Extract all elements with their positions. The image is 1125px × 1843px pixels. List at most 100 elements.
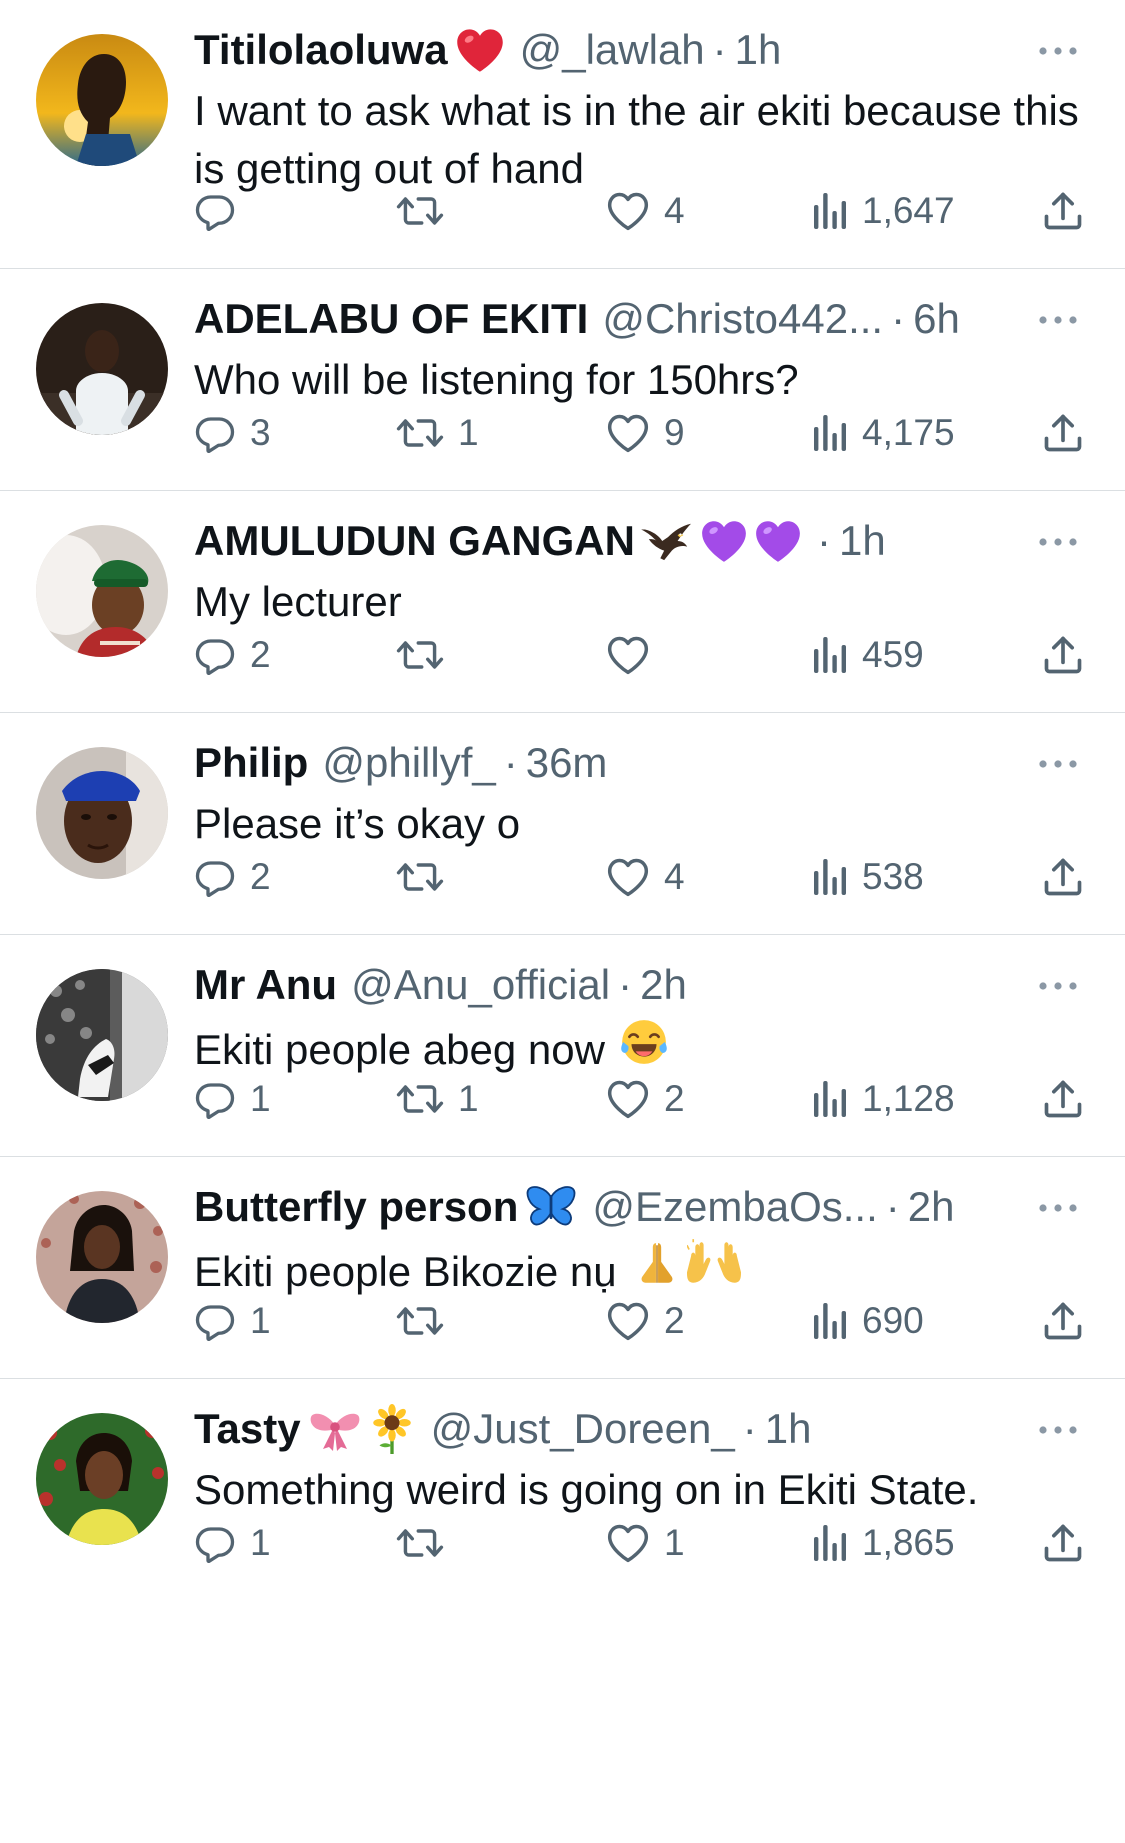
retweet-button[interactable]: [396, 183, 458, 239]
reply-button[interactable]: 3: [194, 405, 271, 461]
display-name[interactable]: Tasty: [194, 1401, 301, 1457]
purple-heart-icon: [699, 518, 749, 564]
avatar[interactable]: [36, 34, 168, 166]
like-button[interactable]: 4: [606, 849, 685, 905]
retweet-icon: [396, 1522, 444, 1564]
tweet-reply[interactable]: Titilolaoluwa @_lawlah · 1h I want to ask wh…: [0, 0, 1125, 269]
timestamp: 6h: [913, 295, 960, 342]
retweet-button[interactable]: [396, 1515, 458, 1571]
butterfly-icon: [524, 1183, 578, 1231]
tweet-reply[interactable]: ADELABU OF EKITI @Christo442... · 6h Who wil…: [0, 269, 1125, 491]
like-button[interactable]: 2: [606, 1071, 685, 1127]
reply-count: 1: [250, 1300, 271, 1341]
avatar[interactable]: [36, 303, 168, 435]
share-button[interactable]: [1041, 405, 1085, 461]
like-button[interactable]: [606, 627, 664, 683]
tweet-text-content: Ekiti people abeg now: [194, 1025, 605, 1073]
red-heart-icon: [454, 26, 506, 74]
reply-count: 1: [250, 1522, 271, 1563]
share-button[interactable]: [1041, 1515, 1085, 1571]
more-icon[interactable]: [1033, 1405, 1083, 1455]
like-button[interactable]: 1: [606, 1515, 685, 1571]
like-button[interactable]: 9: [606, 405, 685, 461]
more-icon[interactable]: [1033, 961, 1083, 1011]
retweet-button[interactable]: [396, 849, 458, 905]
like-count: 4: [664, 856, 685, 897]
share-icon: [1041, 411, 1085, 455]
retweet-icon: [396, 1078, 444, 1120]
like-count: 9: [664, 412, 685, 453]
tweet-reply[interactable]: Butterfly person @EzembaOs... · 2h Ekiti peo…: [0, 1157, 1125, 1379]
views-button[interactable]: 538: [812, 849, 924, 905]
display-name[interactable]: Mr Anu: [194, 957, 337, 1013]
tweet-reply[interactable]: Philip @phillyf_ · 36m Please it’s okay o245…: [0, 713, 1125, 935]
tweet-header: Mr Anu @Anu_official · 2h: [194, 957, 1005, 1013]
avatar[interactable]: [36, 747, 168, 879]
display-name[interactable]: Butterfly person: [194, 1179, 518, 1235]
reply-button[interactable]: 1: [194, 1293, 271, 1349]
ribbon-icon: [307, 1405, 363, 1453]
tweet-text: Something weird is going on in Ekiti Sta…: [194, 1461, 1094, 1519]
view-count: 1,865: [862, 1522, 955, 1563]
user-handle[interactable]: @Just_Doreen_: [431, 1401, 735, 1457]
like-count: 2: [664, 1078, 685, 1119]
more-icon[interactable]: [1033, 295, 1083, 345]
share-button[interactable]: [1041, 849, 1085, 905]
user-handle[interactable]: @phillyf_: [322, 735, 495, 791]
heart-icon: [606, 412, 650, 454]
like-count: 1: [664, 1522, 685, 1563]
share-button[interactable]: [1041, 627, 1085, 683]
view-count: 690: [862, 1300, 924, 1341]
reply-button[interactable]: 2: [194, 627, 271, 683]
retweet-button[interactable]: [396, 1293, 458, 1349]
avatar[interactable]: [36, 1191, 168, 1323]
views-icon: [812, 191, 848, 231]
like-button[interactable]: 4: [606, 183, 685, 239]
retweet-button[interactable]: 1: [396, 405, 479, 461]
views-button[interactable]: 690: [812, 1293, 924, 1349]
share-icon: [1041, 1077, 1085, 1121]
heart-icon: [606, 1300, 650, 1342]
avatar[interactable]: [36, 1413, 168, 1545]
more-icon[interactable]: [1033, 517, 1083, 567]
tweet-text-content: My lecturer: [194, 578, 402, 625]
reply-button[interactable]: 2: [194, 849, 271, 905]
share-button[interactable]: [1041, 183, 1085, 239]
user-handle[interactable]: @Anu_official: [351, 957, 610, 1013]
reply-button[interactable]: 1: [194, 1071, 271, 1127]
display-name[interactable]: AMULUDUN GANGAN: [194, 513, 635, 569]
display-name[interactable]: Philip: [194, 735, 308, 791]
views-button[interactable]: 1,128: [812, 1071, 955, 1127]
retweet-button[interactable]: [396, 627, 458, 683]
more-icon[interactable]: [1033, 1183, 1083, 1233]
retweet-button[interactable]: 1: [396, 1071, 479, 1127]
tweet-header: AMULUDUN GANGAN · 1h: [194, 513, 1005, 569]
tweet-header: Philip @phillyf_ · 36m: [194, 735, 1005, 791]
avatar[interactable]: [36, 969, 168, 1101]
tweet-reply[interactable]: Tasty @Just_Doreen_ · 1h Something weird is …: [0, 1379, 1125, 1843]
reply-button[interactable]: [194, 183, 250, 239]
reply-button[interactable]: 1: [194, 1515, 271, 1571]
display-name[interactable]: ADELABU OF EKITI: [194, 291, 588, 347]
views-button[interactable]: 4,175: [812, 405, 955, 461]
like-button[interactable]: 2: [606, 1293, 685, 1349]
tweet-text-content: Something weird is going on in Ekiti Sta…: [194, 1466, 979, 1513]
tweet-reply[interactable]: Mr Anu @Anu_official · 2h Ekiti people abeg …: [0, 935, 1125, 1157]
views-button[interactable]: 459: [812, 627, 924, 683]
share-button[interactable]: [1041, 1293, 1085, 1349]
user-handle[interactable]: @_lawlah: [520, 22, 705, 78]
views-button[interactable]: 1,865: [812, 1515, 955, 1571]
display-name[interactable]: Titilolaoluwa: [194, 22, 448, 78]
reply-icon: [194, 190, 236, 232]
avatar[interactable]: [36, 525, 168, 657]
retweet-icon: [396, 190, 444, 232]
user-handle[interactable]: @Christo442...: [602, 291, 883, 347]
share-icon: [1041, 1299, 1085, 1343]
more-icon[interactable]: [1033, 739, 1083, 789]
share-button[interactable]: [1041, 1071, 1085, 1127]
more-icon[interactable]: [1033, 26, 1083, 76]
tweet-reply[interactable]: AMULUDUN GANGAN · 1h My lecturer 2 459: [0, 491, 1125, 713]
view-count: 459: [862, 634, 924, 675]
views-button[interactable]: 1,647: [812, 183, 955, 239]
user-handle[interactable]: @EzembaOs...: [592, 1179, 877, 1235]
